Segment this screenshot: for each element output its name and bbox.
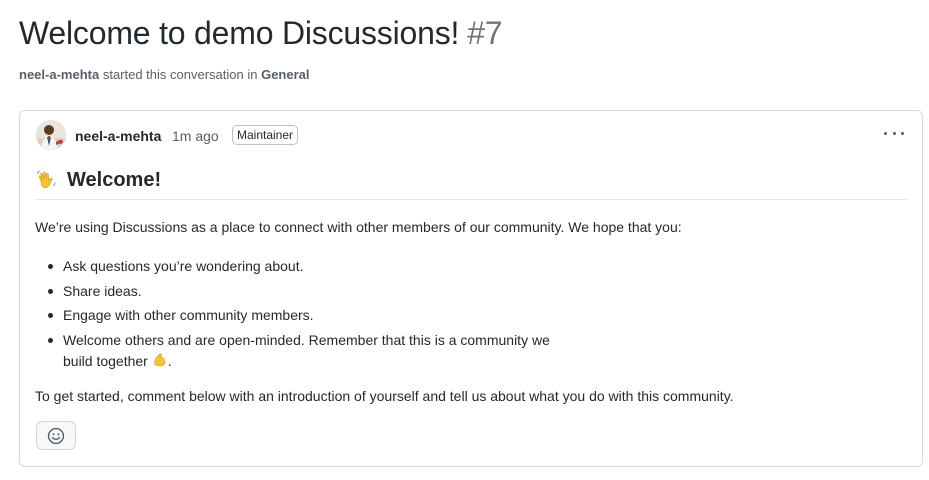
list-item: Share ideas.: [48, 281, 550, 302]
starter-link[interactable]: neel-a-mehta: [19, 67, 99, 82]
started-text: started this conversation in: [102, 67, 258, 82]
discussion-title-text: Welcome to demo Discussions!: [19, 15, 460, 51]
maintainer-badge: Maintainer: [232, 125, 299, 145]
comment-timestamp[interactable]: 1m ago: [172, 128, 219, 144]
list-item: Welcome others and are open-minded. Reme…: [48, 330, 550, 372]
comment-heading-text: Welcome!: [67, 168, 162, 191]
category-link[interactable]: General: [261, 67, 309, 82]
list-item-text: Welcome others and are open-minded. Reme…: [63, 331, 550, 348]
add-reaction-button[interactable]: [36, 421, 76, 450]
comment-author[interactable]: neel-a-mehta: [75, 128, 161, 144]
intro-paragraph: We’re using Discussions as a place to co…: [35, 219, 682, 235]
discussion-meta: neel-a-mehta started this conversation i…: [19, 67, 310, 82]
list-item-continuation: build together: [63, 352, 148, 369]
flexed-biceps-icon: [154, 353, 166, 366]
list-item: Ask questions you’re wondering about.: [48, 256, 550, 277]
kebab-horizontal-icon[interactable]: [884, 125, 904, 141]
list-item-end: .: [167, 352, 172, 369]
smiley-icon: [47, 427, 65, 444]
discussion-number: #7: [467, 15, 503, 51]
list-item: Engage with other community members.: [48, 305, 550, 326]
outro-paragraph: To get started, comment below with an in…: [35, 388, 734, 404]
discussion-comment-card: neel-a-mehta 1m ago Maintainer Welcome! …: [19, 110, 923, 467]
discussion-title: Welcome to demo Discussions! #7: [19, 15, 503, 52]
heading-divider: [35, 199, 907, 200]
avatar[interactable]: [36, 120, 66, 150]
waving-hand-icon: [37, 170, 56, 189]
hopes-list: Ask questions you’re wondering about. Sh…: [48, 256, 550, 375]
comment-heading: Welcome!: [35, 168, 161, 192]
